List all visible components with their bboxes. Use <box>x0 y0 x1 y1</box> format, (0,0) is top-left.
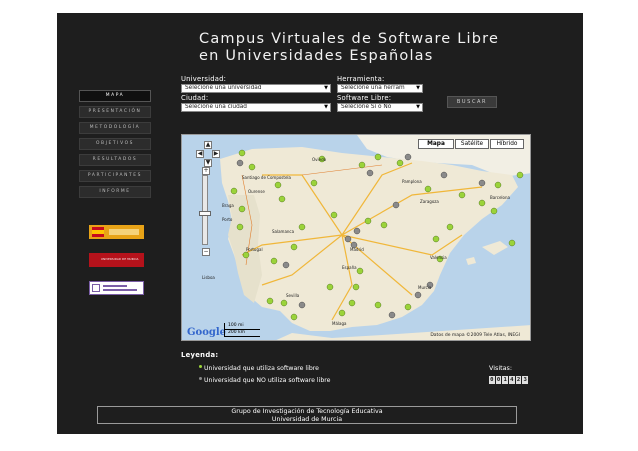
title-line-2: en Universidades Españolas <box>199 48 434 64</box>
counter-digit: 4 <box>509 376 515 384</box>
pan-left-icon[interactable]: ◀ <box>196 150 204 158</box>
universidad-select[interactable]: Selecione una universidad ▼ <box>181 84 331 93</box>
footer-line-2: Universidad de Murcia <box>271 415 343 423</box>
legend-item-no-libre-label: Universidad que NO utiliza software libr… <box>204 377 331 384</box>
city-label: Oviedo <box>312 157 327 162</box>
nav-item-participantes[interactable]: PARTICIPANTES <box>79 170 151 182</box>
green-marker-icon <box>199 365 202 368</box>
nav-item-informe[interactable]: INFORME <box>79 186 151 198</box>
nav-item-metodologia[interactable]: METODOLOGÍA <box>79 122 151 134</box>
nav-item-mapa[interactable]: MAPA <box>79 90 151 102</box>
side-nav: MAPA PRESENTACIÓN METODOLOGÍA OBJETIVOS … <box>79 90 151 202</box>
legend: Leyenda: Universidad que utiliza softwar… <box>181 351 381 384</box>
chevron-down-icon: ▼ <box>324 85 328 91</box>
universidad-murcia-logo[interactable]: UNIVERSIDAD DE MURCIA <box>89 253 144 267</box>
ciudad-label: Ciudad: <box>181 94 209 102</box>
title-line-1: Campus Virtuales de Software Libre <box>199 31 500 47</box>
city-label: Sevilla <box>286 293 300 298</box>
buscar-button[interactable]: BUSCAR <box>447 96 497 108</box>
murcia-logo-text: UNIVERSIDAD DE MURCIA <box>101 258 139 261</box>
footer: Grupo de Investigación de Tecnología Edu… <box>97 406 517 424</box>
nav-item-resultados[interactable]: RESULTADOS <box>79 154 151 166</box>
city-label: Lisboa <box>202 275 215 280</box>
pan-up-icon[interactable]: ▲ <box>204 141 212 149</box>
zoom-slider-handle[interactable] <box>199 211 211 216</box>
google-map[interactable]: ▲ ◀ ▶ ▼ + − Mapa Satélite Híbrido Oviedo… <box>181 134 531 341</box>
map-type-satelite[interactable]: Satélite <box>455 139 489 149</box>
ministerio-logo[interactable] <box>89 225 144 239</box>
city-label: Braga <box>222 203 234 208</box>
legend-title: Leyenda: <box>181 351 219 359</box>
pan-right-icon[interactable]: ▶ <box>212 150 220 158</box>
page-title: Campus Virtuales de Software Libre en Un… <box>199 31 499 65</box>
gray-marker-icon <box>199 377 202 380</box>
city-label: Santiago de Compostela <box>242 175 291 180</box>
city-label: Ourense <box>248 189 265 194</box>
google-logo[interactable]: Google <box>187 327 226 338</box>
spain-flag-icon <box>92 227 104 237</box>
nav-item-objetivos[interactable]: OBJETIVOS <box>79 138 151 150</box>
ciudad-select[interactable]: Selecione una ciudad ▼ <box>181 103 331 112</box>
counter-digit: 1 <box>502 376 509 384</box>
city-label: Portugal <box>246 247 263 252</box>
zoom-out-icon[interactable]: − <box>202 248 210 256</box>
city-label: Porto <box>222 217 233 222</box>
zoom-in-icon[interactable]: + <box>202 167 210 175</box>
herramienta-group: Herramienta: Selecione una herram ▼ <box>337 76 423 93</box>
counter-digit: 3 <box>522 376 529 384</box>
city-label: Málaga <box>332 321 347 326</box>
scale-mi: 100 mi <box>224 323 260 330</box>
herramienta-label: Herramienta: <box>337 75 385 83</box>
ciudad-group: Ciudad: Selecione una ciudad ▼ <box>181 95 331 112</box>
zoom-slider[interactable] <box>202 175 208 245</box>
software-value: Selecione Si o No <box>341 104 392 110</box>
map-scale: 100 mi 200 km <box>224 323 260 337</box>
software-select[interactable]: Selecione Si o No ▼ <box>337 103 423 112</box>
city-label: Salamanca <box>272 229 295 234</box>
page-panel: Campus Virtuales de Software Libre en Un… <box>57 13 583 434</box>
legend-item-libre-label: Universidad que utiliza software libre <box>204 365 319 372</box>
universidad-group: Universidad: Selecione una universidad ▼ <box>181 76 331 93</box>
counter-digit: 2 <box>515 376 522 384</box>
scale-km: 200 km <box>224 330 260 337</box>
counter-digit: 0 <box>489 376 495 384</box>
legend-item-no-libre: Universidad que NO utiliza software libr… <box>199 377 330 385</box>
nav-item-presentacion[interactable]: PRESENTACIÓN <box>79 106 151 118</box>
legend-item-libre: Universidad que utiliza software libre <box>199 365 319 373</box>
herramienta-select[interactable]: Selecione una herram ▼ <box>337 84 423 93</box>
city-label: España <box>342 265 357 270</box>
universidad-value: Selecione una universidad <box>185 85 262 91</box>
city-label: Madrid <box>350 247 364 252</box>
city-label: Valencia <box>430 255 447 260</box>
city-label: Barcelona <box>490 195 510 200</box>
counter-digit: 0 <box>495 376 502 384</box>
map-type-hibrido[interactable]: Híbrido <box>490 139 524 149</box>
map-canvas <box>182 135 530 340</box>
gite-logo[interactable] <box>89 281 144 295</box>
city-label: Zaragoza <box>420 199 439 204</box>
pan-down-icon[interactable]: ▼ <box>204 159 212 167</box>
map-type-mapa[interactable]: Mapa <box>418 139 454 149</box>
visit-counter: 0 0 1 4 2 3 <box>489 376 529 384</box>
city-label: Murcia <box>418 285 432 290</box>
chevron-down-icon: ▼ <box>416 85 420 91</box>
chevron-down-icon: ▼ <box>416 104 420 110</box>
footer-line-1: Grupo de Investigación de Tecnología Edu… <box>231 408 383 415</box>
software-label: Software Libre: <box>337 94 392 102</box>
map-copyright: Datos de mapa ©2009 Tele Atlas, INEGI <box>430 333 520 338</box>
ciudad-value: Selecione una ciudad <box>185 104 247 110</box>
chevron-down-icon: ▼ <box>324 104 328 110</box>
software-group: Software Libre: Selecione Si o No ▼ <box>337 95 423 112</box>
city-label: Pamplona <box>402 179 422 184</box>
visits-label: Visitas: <box>489 364 513 372</box>
universidad-label: Universidad: <box>181 75 227 83</box>
herramienta-value: Selecione una herram <box>341 85 405 91</box>
